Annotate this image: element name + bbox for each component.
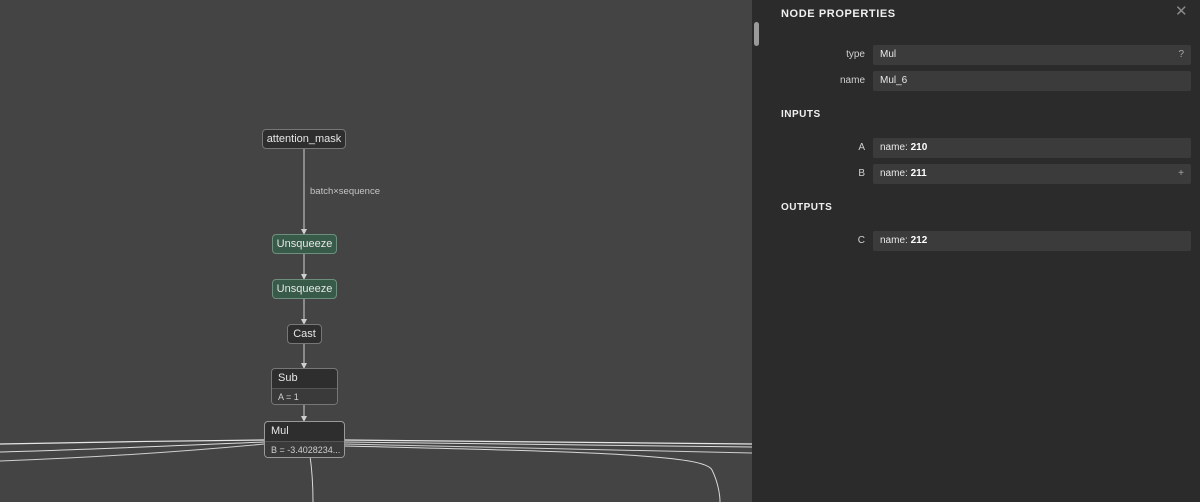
node-attention-mask[interactable]: attention_mask xyxy=(262,129,346,149)
output-c-value: 212 xyxy=(910,235,928,246)
edge-label-batch-sequence: batch×sequence xyxy=(310,186,380,197)
expand-button[interactable]: + xyxy=(1178,164,1184,184)
node-properties-panel: NODE PROPERTIES ✕ type Mul ? name Mul_6 … xyxy=(752,0,1200,502)
close-icon[interactable]: ✕ xyxy=(1175,2,1188,20)
inputs-section-title: INPUTS xyxy=(781,109,821,120)
output-c-label: C xyxy=(857,235,865,246)
node-mul[interactable]: Mul B = -3.4028234... xyxy=(264,421,345,458)
input-a-value: 210 xyxy=(910,142,928,153)
property-name-field[interactable]: Mul_6 xyxy=(873,71,1191,91)
node-unsqueeze-2[interactable]: Unsqueeze xyxy=(272,279,337,299)
input-b-label: B xyxy=(858,168,865,179)
property-name-label: name xyxy=(839,75,865,86)
node-mul-title: Mul xyxy=(271,425,289,437)
node-mul-attribute: B = -3.4028234... xyxy=(265,441,344,457)
input-a-prefix: name: xyxy=(880,142,911,153)
panel-title: NODE PROPERTIES xyxy=(781,8,896,20)
outputs-section-title: OUTPUTS xyxy=(781,202,833,213)
edge-mul-out-right-1 xyxy=(343,439,752,445)
input-b-value: 211 xyxy=(910,168,927,179)
input-b-field[interactable]: name: 211 + xyxy=(873,164,1191,184)
output-c-prefix: name: xyxy=(880,235,911,246)
edge-mul-out-right-4 xyxy=(343,445,721,502)
node-unsqueeze-1[interactable]: Unsqueeze xyxy=(272,234,337,254)
input-b-prefix: name: xyxy=(880,168,911,179)
property-name-value: Mul_6 xyxy=(880,75,908,86)
property-type-field[interactable]: Mul ? xyxy=(873,45,1191,65)
help-button[interactable]: ? xyxy=(1178,45,1184,65)
edge-mul-out-down xyxy=(309,455,314,502)
input-a-label: A xyxy=(858,142,865,153)
output-c-field[interactable]: name: 212 xyxy=(873,231,1191,251)
node-sub-title: Sub xyxy=(278,372,298,384)
panel-scrollbar[interactable] xyxy=(754,22,759,46)
edge-mul-out-right-2 xyxy=(343,441,752,448)
property-type-label: type xyxy=(846,49,865,60)
node-cast[interactable]: Cast xyxy=(287,324,322,344)
graph-edges xyxy=(0,149,752,502)
graph-canvas[interactable]: attention_mask batch×sequence Unsqueeze … xyxy=(0,0,752,502)
property-type-value: Mul xyxy=(880,49,897,60)
edge-mul-out-left-3 xyxy=(0,443,265,462)
node-sub-attribute: A = 1 xyxy=(272,388,337,404)
input-a-field[interactable]: name: 210 xyxy=(873,138,1191,158)
node-sub[interactable]: Sub A = 1 xyxy=(271,368,338,405)
